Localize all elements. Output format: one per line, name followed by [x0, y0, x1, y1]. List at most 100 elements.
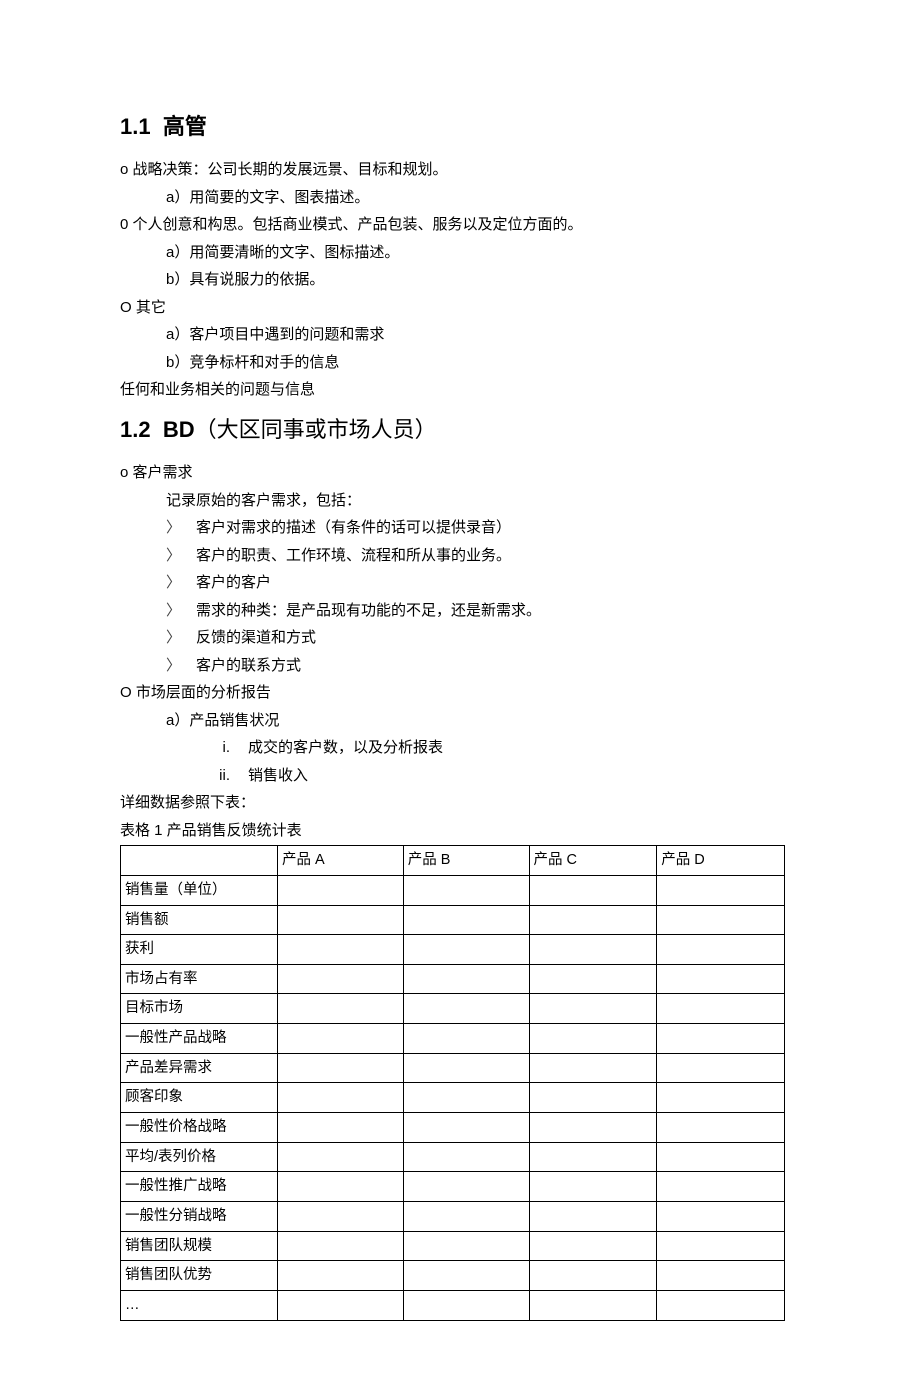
sales-feedback-table: 产品 A 产品 B 产品 C 产品 D 销售量（单位）销售额获利市场占有率目标市…: [120, 845, 785, 1320]
req-point: 〉反馈的渠道和方式: [120, 625, 800, 651]
req-point: 〉需求的种类：是产品现有功能的不足，还是新需求。: [120, 598, 800, 624]
heading-title-bold: BD: [163, 417, 195, 442]
table-row: …: [121, 1290, 785, 1320]
angle-icon: 〉: [166, 543, 196, 569]
cell: [529, 1261, 657, 1291]
bullet-customer-req: o 客户需求: [120, 460, 800, 486]
cell: [403, 1172, 529, 1202]
cell: [403, 905, 529, 935]
table-row: 获利: [121, 935, 785, 965]
row-label: 销售团队规模: [121, 1231, 278, 1261]
cell: [529, 994, 657, 1024]
cell: [657, 1201, 785, 1231]
heading-1-2: 1.2 BD（大区同事或市场人员）: [120, 411, 800, 448]
table-caption: 表格 1 产品销售反馈统计表: [120, 818, 800, 844]
cell: [403, 1231, 529, 1261]
bullet-market: O 市场层面的分析报告: [120, 680, 800, 706]
cell: [529, 1053, 657, 1083]
cell: [657, 994, 785, 1024]
heading-title: 高管: [163, 114, 207, 139]
table-row: 市场占有率: [121, 964, 785, 994]
table-intro: 详细数据参照下表：: [120, 790, 800, 816]
cell: [657, 1113, 785, 1143]
cell: [278, 1083, 404, 1113]
cell: [529, 905, 657, 935]
cell: [403, 1290, 529, 1320]
cell: [278, 1024, 404, 1054]
heading-title-paren: （大区同事或市场人员）: [195, 417, 437, 442]
table-row: 销售团队规模: [121, 1231, 785, 1261]
sub-b: b）具有说服力的依据。: [120, 267, 800, 293]
cell: [278, 1290, 404, 1320]
row-label: 一般性分销战略: [121, 1201, 278, 1231]
cell: [278, 1053, 404, 1083]
document-page: 1.1 高管 o 战略决策：公司长期的发展远景、目标和规划。 a）用简要的文字、…: [0, 0, 920, 1381]
row-label: 一般性价格战略: [121, 1113, 278, 1143]
cell: [278, 1172, 404, 1202]
heading-1-1: 1.1 高管: [120, 108, 800, 145]
table-row: 销售团队优势: [121, 1261, 785, 1291]
cell: [403, 1261, 529, 1291]
angle-icon: 〉: [166, 625, 196, 651]
table-row: 一般性价格战略: [121, 1113, 785, 1143]
cell: [529, 1083, 657, 1113]
cell: [403, 1083, 529, 1113]
cell: [657, 1290, 785, 1320]
table-header: [121, 846, 278, 876]
cell: [529, 1172, 657, 1202]
row-label: 销售团队优势: [121, 1261, 278, 1291]
cell: [529, 1290, 657, 1320]
cell: [403, 1201, 529, 1231]
row-label: 平均/表列价格: [121, 1142, 278, 1172]
row-label: 销售量（单位）: [121, 875, 278, 905]
cell: [657, 935, 785, 965]
angle-icon: 〉: [166, 598, 196, 624]
cell: [403, 994, 529, 1024]
cell: [529, 964, 657, 994]
cell: [657, 905, 785, 935]
angle-icon: 〉: [166, 570, 196, 596]
cell: [278, 994, 404, 1024]
table-row: 一般性推广战略: [121, 1172, 785, 1202]
cell: [529, 1113, 657, 1143]
market-a: a）产品销售状况: [120, 708, 800, 734]
table-row: 产品差异需求: [121, 1053, 785, 1083]
sub-a: a）用简要清晰的文字、图标描述。: [120, 240, 800, 266]
cell: [278, 964, 404, 994]
row-label: 销售额: [121, 905, 278, 935]
cell: [657, 1142, 785, 1172]
row-label: 产品差异需求: [121, 1053, 278, 1083]
cell: [657, 1172, 785, 1202]
cell: [529, 875, 657, 905]
table-header: 产品 B: [403, 846, 529, 876]
table-row: 目标市场: [121, 994, 785, 1024]
sub-b: b）竞争标杆和对手的信息: [120, 350, 800, 376]
sub-a: a）客户项目中遇到的问题和需求: [120, 322, 800, 348]
row-label: …: [121, 1290, 278, 1320]
table-header-row: 产品 A 产品 B 产品 C 产品 D: [121, 846, 785, 876]
cell: [657, 875, 785, 905]
bullet-other: O 其它: [120, 295, 800, 321]
table-row: 销售量（单位）: [121, 875, 785, 905]
table-row: 平均/表列价格: [121, 1142, 785, 1172]
cell: [278, 1201, 404, 1231]
sub-a: a）用简要的文字、图表描述。: [120, 185, 800, 211]
bullet-strategy: o 战略决策：公司长期的发展远景、目标和规划。: [120, 157, 800, 183]
cell: [278, 875, 404, 905]
req-point: 〉客户的客户: [120, 570, 800, 596]
row-label: 目标市场: [121, 994, 278, 1024]
cell: [657, 1083, 785, 1113]
row-label: 顾客印象: [121, 1083, 278, 1113]
req-intro: 记录原始的客户需求，包括：: [120, 488, 800, 514]
table-row: 一般性分销战略: [121, 1201, 785, 1231]
cell: [403, 935, 529, 965]
req-point: 〉客户的职责、工作环境、流程和所从事的业务。: [120, 543, 800, 569]
cell: [278, 1113, 404, 1143]
cell: [529, 1201, 657, 1231]
cell: [657, 1231, 785, 1261]
cell: [278, 1142, 404, 1172]
table-row: 销售额: [121, 905, 785, 935]
table-header: 产品 A: [278, 846, 404, 876]
trailing-note: 任何和业务相关的问题与信息: [120, 377, 800, 403]
row-label: 一般性产品战略: [121, 1024, 278, 1054]
